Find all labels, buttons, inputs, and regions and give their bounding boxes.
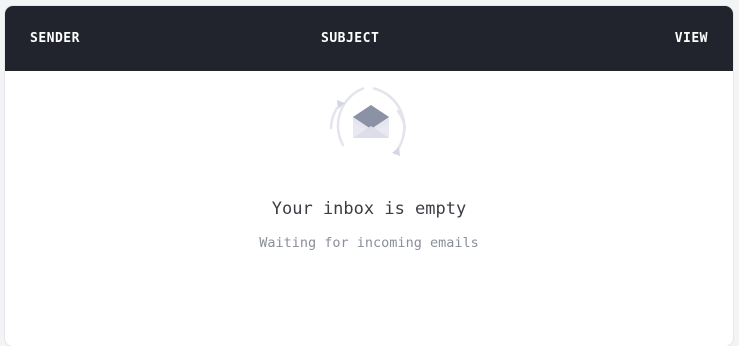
column-header-subject: SUBJECT <box>321 31 380 46</box>
inbox-panel: SENDER SUBJECT VIEW Your inbox is empty … <box>5 6 733 346</box>
column-header-sender: SENDER <box>30 31 80 46</box>
inbox-table-header: SENDER SUBJECT VIEW <box>5 6 733 71</box>
empty-state-title: Your inbox is empty <box>271 199 467 219</box>
envelope-refresh-icon <box>323 83 413 173</box>
column-header-view: VIEW <box>674 31 708 46</box>
empty-state-subtitle: Waiting for incoming emails <box>259 235 479 251</box>
